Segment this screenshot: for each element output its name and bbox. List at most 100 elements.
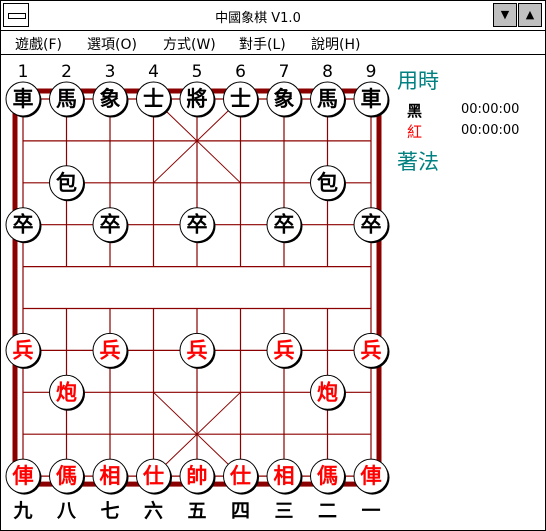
piece-label: 仕 (229, 464, 251, 488)
piece-label: 俥 (12, 464, 34, 488)
piece-label: 兵 (100, 338, 121, 362)
chess-piece[interactable]: 馬 (310, 81, 347, 118)
piece-label: 象 (274, 87, 295, 111)
chess-piece[interactable]: 相 (92, 458, 129, 495)
maximize-button[interactable]: ▲ (518, 3, 542, 27)
piece-label: 象 (100, 87, 121, 111)
piece-label: 帥 (187, 464, 208, 488)
file-number-top: 4 (148, 62, 159, 82)
chess-piece[interactable]: 仕 (223, 458, 260, 495)
file-number-bottom: 一 (361, 500, 380, 522)
chess-piece[interactable]: 卒 (179, 207, 216, 244)
chess-piece[interactable]: 炮 (49, 374, 86, 411)
moves-heading: 著法 (397, 150, 439, 174)
file-number-top: 1 (18, 62, 29, 82)
file-number-bottom: 八 (57, 500, 77, 522)
piece-label: 卒 (274, 213, 295, 237)
piece-label: 馬 (317, 87, 338, 111)
system-menu-button[interactable] (3, 3, 29, 27)
piece-label: 車 (13, 87, 34, 111)
file-number-bottom: 七 (100, 500, 119, 522)
title-bar[interactable]: 中國象棋 V1.0 ▼ ▲ (1, 1, 545, 31)
chess-piece[interactable]: 炮 (310, 374, 347, 411)
piece-label: 包 (317, 171, 338, 195)
menu-opponent[interactable]: 對手(L) (239, 34, 286, 54)
black-timer: 00:00:00 (461, 102, 520, 117)
chess-piece[interactable]: 車 (353, 81, 390, 118)
piece-label: 俥 (360, 464, 382, 488)
piece-label: 卒 (361, 213, 382, 237)
piece-label: 傌 (317, 464, 338, 488)
file-number-top: 6 (235, 62, 246, 82)
piece-label: 士 (143, 87, 164, 111)
chess-piece[interactable]: 傌 (310, 458, 347, 495)
chess-piece[interactable]: 卒 (353, 207, 390, 244)
file-number-top: 3 (105, 62, 116, 82)
chess-piece[interactable]: 車 (5, 81, 42, 118)
file-number-top: 7 (279, 62, 290, 82)
piece-label: 卒 (187, 213, 208, 237)
piece-label: 炮 (56, 380, 77, 404)
maximize-icon: ▲ (525, 8, 535, 21)
red-timer: 00:00:00 (461, 123, 520, 138)
piece-label: 兵 (274, 338, 295, 362)
menu-options[interactable]: 選項(O) (87, 34, 137, 54)
menu-mode[interactable]: 方式(W) (163, 34, 216, 54)
chess-piece[interactable]: 相 (266, 458, 303, 495)
piece-label: 傌 (56, 464, 77, 488)
red-player-label: 紅 (407, 123, 423, 141)
menu-game[interactable]: 遊戲(F) (15, 34, 62, 54)
file-number-bottom: 四 (231, 500, 250, 522)
time-heading: 用時 (397, 69, 439, 93)
piece-label: 兵 (13, 338, 34, 362)
piece-label: 兵 (187, 338, 208, 362)
xiangqi-board[interactable]: 1 2 3 4 5 6 7 8 9九八七六五四三二一車馬象士將士象馬車包 包卒卒卒卒卒兵兵兵兵兵炮… (1, 55, 391, 530)
main-window: 中國象棋 V1.0 ▼ ▲ 遊戲(F) 選項(O) 方式(W) 對手(L) 說明… (0, 0, 546, 531)
file-number-top: 9 (366, 62, 377, 82)
chess-piece[interactable]: 將 (179, 81, 216, 118)
chess-piece[interactable]: 兵 (5, 332, 42, 369)
piece-label: 炮 (317, 380, 338, 404)
chess-piece[interactable]: 卒 (92, 207, 129, 244)
chess-piece[interactable]: 象 (92, 81, 129, 118)
chess-piece[interactable]: 士 (223, 81, 260, 118)
chess-piece[interactable]: 卒 (266, 207, 303, 244)
chess-piece[interactable]: 仕 (136, 458, 173, 495)
file-number-bottom: 九 (12, 500, 32, 522)
chess-piece[interactable]: 兵 (92, 332, 129, 369)
piece-label: 將 (187, 87, 208, 111)
chess-piece[interactable]: 兵 (266, 332, 303, 369)
chess-piece[interactable]: 士 (136, 81, 173, 118)
file-number-top: 8 (322, 62, 333, 82)
chess-piece[interactable]: 包 (49, 165, 86, 202)
chess-piece[interactable]: 象 (266, 81, 303, 118)
window-title: 中國象棋 V1.0 (215, 11, 301, 26)
piece-label: 相 (100, 464, 121, 488)
chess-piece[interactable]: 卒 (5, 207, 42, 244)
chess-piece[interactable]: 包 (310, 165, 347, 202)
black-player-label: 黑 (407, 102, 423, 120)
chess-piece[interactable]: 兵 (353, 332, 390, 369)
file-number-bottom: 三 (274, 500, 293, 522)
piece-label: 馬 (56, 87, 77, 111)
piece-label: 仕 (142, 464, 164, 488)
file-number-bottom: 五 (187, 500, 206, 522)
chess-piece[interactable]: 馬 (49, 81, 86, 118)
minimize-button[interactable]: ▼ (493, 3, 517, 27)
file-number-bottom: 二 (318, 500, 337, 522)
chess-piece[interactable]: 傌 (49, 458, 86, 495)
file-number-bottom: 六 (144, 499, 163, 522)
chess-piece[interactable]: 兵 (179, 332, 216, 369)
chess-piece[interactable]: 俥 (5, 458, 42, 495)
piece-label: 包 (56, 171, 77, 195)
piece-label: 相 (274, 464, 295, 488)
chess-piece[interactable]: 俥 (353, 458, 390, 495)
piece-label: 士 (230, 87, 251, 111)
piece-label: 卒 (13, 213, 34, 237)
piece-label: 車 (361, 87, 382, 111)
piece-label: 卒 (100, 213, 121, 237)
file-number-top: 5 (192, 62, 203, 82)
system-menu-icon (8, 13, 26, 19)
chess-piece[interactable]: 帥 (179, 458, 216, 495)
menu-help[interactable]: 說明(H) (311, 34, 360, 54)
